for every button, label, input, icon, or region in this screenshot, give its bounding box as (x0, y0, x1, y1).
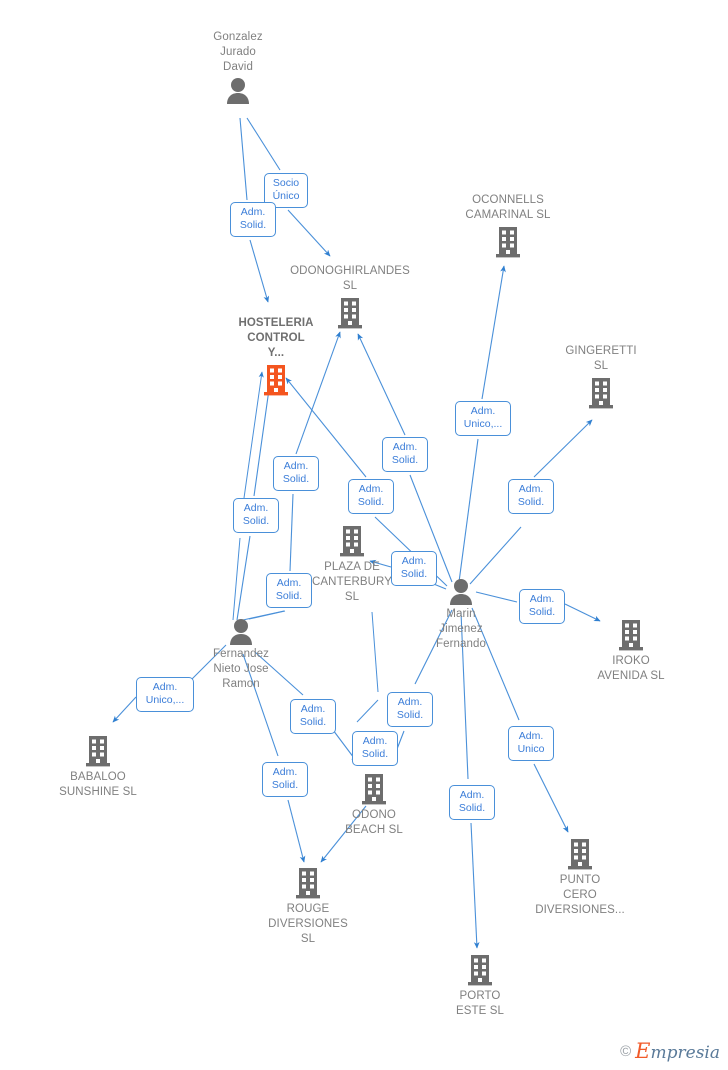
edge-label-adm-solid[interactable]: Adm. Solid. (262, 762, 308, 797)
edge-label-adm-solid[interactable]: Adm. Solid. (348, 479, 394, 514)
node-rouge-diversiones[interactable]: ROUGE DIVERSIONES SL (248, 866, 368, 947)
edge-label-adm-solid[interactable]: Adm. Solid. (382, 437, 428, 472)
copyright-symbol: © (620, 1043, 632, 1060)
building-icon (541, 376, 661, 410)
building-icon (520, 837, 640, 871)
node-label: OCONNELLS CAMARINAL SL (465, 194, 551, 221)
edge-label-adm-unico-punto[interactable]: Adm. Unico (508, 726, 554, 761)
node-label: BABALOO SUNSHINE SL (59, 771, 137, 798)
node-marin-jimenez-fernando[interactable]: Marin Jimenez Fernando (401, 578, 521, 652)
node-punto-cero-diversiones[interactable]: PUNTO CERO DIVERSIONES... (520, 837, 640, 918)
empresia-logo-rest: mpresia (650, 1043, 721, 1063)
edge-label-adm-solid[interactable]: Adm. Solid. (391, 551, 437, 586)
node-porto-este[interactable]: PORTO ESTE SL (420, 953, 540, 1019)
empresia-logo: Empresia (635, 1041, 720, 1062)
node-label: IROKO AVENIDA SL (597, 655, 665, 682)
edge-label-adm-solid[interactable]: Adm. Solid. (230, 202, 276, 237)
edge-label-adm-solid[interactable]: Adm. Solid. (273, 456, 319, 491)
node-hosteleria-control[interactable]: HOSTELERIA CONTROL Y... (216, 316, 336, 397)
node-label: ROUGE DIVERSIONES SL (268, 903, 348, 945)
building-icon (420, 953, 540, 987)
node-fernandez-nieto-jose-ramon[interactable]: Fernandez Nieto Jose Ramon (181, 618, 301, 692)
edge-label-adm-solid[interactable]: Adm. Solid. (352, 731, 398, 766)
edge-label-adm-unico-oconnells[interactable]: Adm. Unico,... (455, 401, 511, 436)
node-babaloo-sunshine[interactable]: BABALOO SUNSHINE SL (38, 734, 158, 800)
building-icon (248, 866, 368, 900)
edge-label-adm-unico-babaloo[interactable]: Adm. Unico,... (136, 677, 194, 712)
building-icon (571, 618, 691, 652)
node-label: PORTO ESTE SL (456, 990, 504, 1017)
node-label: Gonzalez Jurado David (213, 31, 263, 73)
edge-label-adm-solid[interactable]: Adm. Solid. (233, 498, 279, 533)
empresia-logo-initial: E (635, 1039, 651, 1063)
watermark: © Empresia (620, 1041, 720, 1062)
building-icon (448, 225, 568, 259)
node-label: HOSTELERIA CONTROL Y... (238, 317, 314, 359)
person-icon (178, 77, 298, 105)
edge-label-adm-solid[interactable]: Adm. Solid. (266, 573, 312, 608)
edge-label-adm-solid[interactable]: Adm. Solid. (449, 785, 495, 820)
node-oconnells-camarinal[interactable]: OCONNELLS CAMARINAL SL (448, 193, 568, 259)
edge-label-adm-solid[interactable]: Adm. Solid. (508, 479, 554, 514)
node-label: GINGERETTI SL (565, 345, 637, 372)
node-gonzalez-jurado-david[interactable]: Gonzalez Jurado David (178, 30, 298, 105)
edge-label-adm-solid[interactable]: Adm. Solid. (290, 699, 336, 734)
graph-canvas: ODONOGHIRLANDES SL Gonzalez Jurado David… (0, 0, 728, 1070)
node-label: PUNTO CERO DIVERSIONES... (535, 874, 625, 916)
node-label: Fernandez Nieto Jose Ramon (213, 648, 269, 690)
building-icon (314, 772, 434, 806)
node-label: Marin Jimenez Fernando (435, 608, 487, 650)
person-icon (181, 618, 301, 646)
building-icon-highlighted (216, 363, 336, 397)
node-label: ODONOGHIRLANDES SL (290, 265, 410, 292)
edge-label-adm-solid[interactable]: Adm. Solid. (519, 589, 565, 624)
node-iroko-avenida[interactable]: IROKO AVENIDA SL (571, 618, 691, 684)
node-label: ODONO BEACH SL (345, 809, 403, 836)
node-gingeretti[interactable]: GINGERETTI SL (541, 344, 661, 410)
edge-label-adm-solid[interactable]: Adm. Solid. (387, 692, 433, 727)
building-icon (38, 734, 158, 768)
node-odono-beach[interactable]: ODONO BEACH SL (314, 772, 434, 838)
